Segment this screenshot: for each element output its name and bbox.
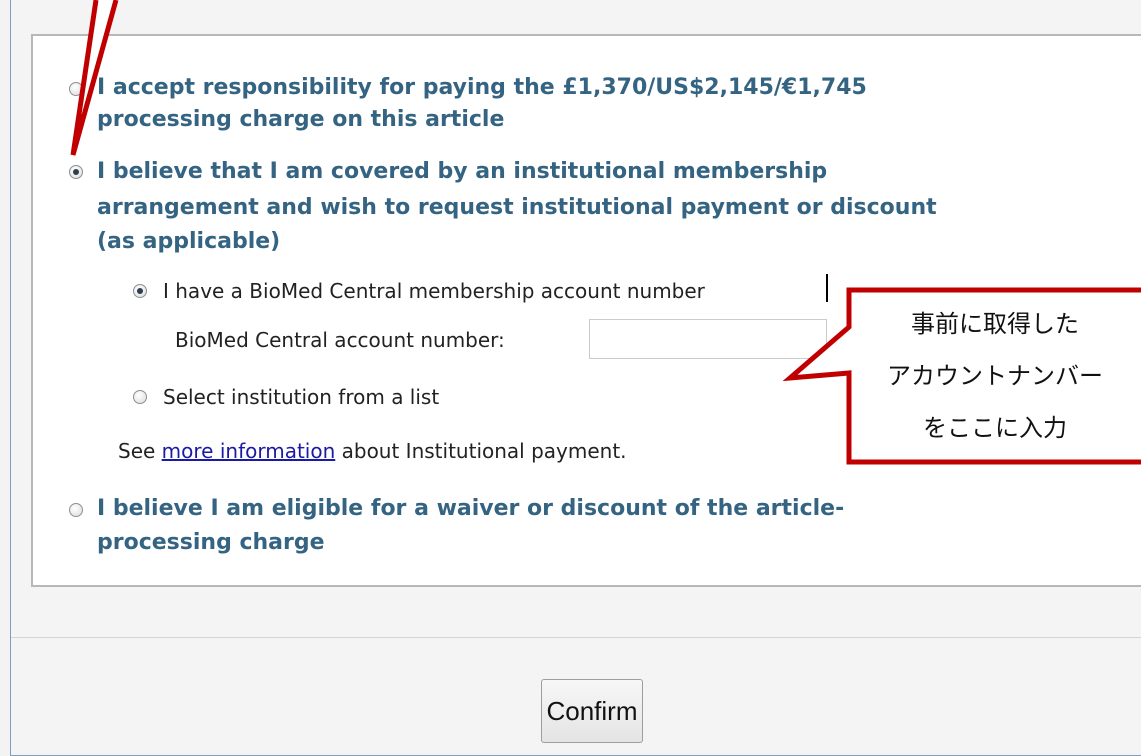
info-text: See more information about Institutional… bbox=[118, 438, 627, 464]
option-waiver-line1: I believe I am eligible for a waiver or … bbox=[97, 496, 845, 521]
confirm-button[interactable]: Confirm bbox=[541, 679, 643, 743]
callout-line3: をここに入力 bbox=[923, 414, 1067, 442]
option-accept-line1: I accept responsibility for paying the £… bbox=[97, 75, 867, 100]
radio-accept-responsibility[interactable] bbox=[69, 82, 83, 96]
more-information-link[interactable]: more information bbox=[162, 439, 336, 463]
radio-institutional-membership[interactable] bbox=[69, 165, 83, 179]
select-institution-label: Select institution from a list bbox=[163, 385, 440, 409]
text-caret bbox=[826, 274, 828, 302]
radio-waiver[interactable] bbox=[69, 503, 83, 517]
annotation-callout-text: 事前に取得した アカウントナンバー をここに入力 bbox=[849, 290, 1141, 462]
callout-line1: 事前に取得した bbox=[911, 310, 1079, 338]
option-institutional-line1: I believe that I am covered by an instit… bbox=[97, 159, 828, 184]
info-prefix: See bbox=[118, 439, 162, 463]
option-accept-line2: processing charge on this article bbox=[97, 107, 505, 132]
radio-select-institution[interactable] bbox=[133, 390, 147, 404]
account-number-label: BioMed Central account number: bbox=[175, 328, 505, 352]
have-account-label: I have a BioMed Central membership accou… bbox=[163, 279, 705, 303]
account-number-input[interactable] bbox=[589, 319, 827, 359]
divider bbox=[11, 637, 1141, 638]
callout-line2: アカウントナンバー bbox=[887, 362, 1103, 390]
option-waiver-line2: processing charge bbox=[97, 530, 325, 555]
radio-have-account[interactable] bbox=[133, 284, 147, 298]
option-institutional-line3: (as applicable) bbox=[97, 229, 281, 254]
info-suffix: about Institutional payment. bbox=[335, 439, 627, 463]
option-institutional-line2: arrangement and wish to request institut… bbox=[97, 195, 937, 220]
